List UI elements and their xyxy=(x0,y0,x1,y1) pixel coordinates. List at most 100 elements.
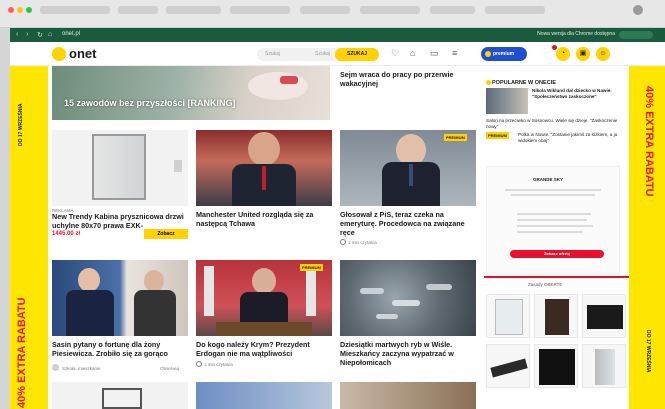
menu-icon[interactable]: ≡ xyxy=(452,49,457,58)
browser-tab[interactable] xyxy=(230,6,290,14)
article-image[interactable] xyxy=(52,382,188,409)
product-thumbnail[interactable] xyxy=(486,294,530,338)
article-image[interactable] xyxy=(340,382,476,409)
chat-icon[interactable]: ▭ xyxy=(430,49,439,58)
story-title[interactable]: Nikola Wiklund dał dziecko w Nawie. "Spo… xyxy=(532,88,622,100)
banner-date: DO 17 WRZEŚNIA xyxy=(645,330,651,373)
premium-icon xyxy=(485,51,491,57)
article-card[interactable]: PREMIUM Głosował z PiS, teraz czeka na e… xyxy=(340,130,476,245)
user-icon[interactable]: ☺ xyxy=(596,47,610,61)
ad-text-line xyxy=(517,219,587,221)
browser-tab[interactable] xyxy=(485,6,545,14)
search-placeholder: Szukaj xyxy=(265,51,281,57)
browser-tab[interactable] xyxy=(166,6,221,14)
reload-icon[interactable]: ↻ xyxy=(37,31,43,39)
article-card[interactable]: Dziesiątki martwych ryb w Wiśle. Mieszka… xyxy=(340,260,476,372)
article-title: 15 zawodów bez przyszłości [RANKING] xyxy=(64,98,236,108)
article-card[interactable]: 15 zawodów bez przyszłości [RANKING] xyxy=(52,66,330,120)
story-title[interactable]: Salon na przeciwko w Sosnowcu. Wiele się… xyxy=(486,118,622,130)
site-logo[interactable]: onet xyxy=(69,46,96,61)
story-title[interactable]: Polka w Nowie. "Zostanie jakimś za łóżki… xyxy=(518,132,622,144)
product-thumbnail[interactable] xyxy=(534,294,578,338)
ad-text-line xyxy=(505,189,601,191)
divider xyxy=(484,276,629,278)
product-thumbnail[interactable] xyxy=(582,294,626,338)
url-field[interactable]: onet.pl xyxy=(62,31,80,37)
forward-icon[interactable]: › xyxy=(26,31,28,38)
story-image[interactable] xyxy=(486,88,528,114)
back-icon[interactable]: ‹ xyxy=(16,31,18,38)
right-ad-banner[interactable]: 40% EXTRA RABATU DO 17 WRZEŚNIA xyxy=(629,66,665,409)
banner-date: DO 17 WRZEŚNIA xyxy=(18,103,24,146)
avatar xyxy=(52,364,59,371)
browser-tab[interactable] xyxy=(430,6,475,14)
product-image xyxy=(52,130,188,206)
read-time: 1 min czytania xyxy=(204,362,233,367)
close-window-button[interactable] xyxy=(8,7,14,13)
product-thumbnail[interactable] xyxy=(534,344,578,388)
article-card[interactable]: PREMIUM Do kogo należy Krym? Prezydent E… xyxy=(196,260,332,372)
article-image xyxy=(196,130,332,206)
home-icon[interactable]: ⌂ xyxy=(48,31,52,38)
premium-button[interactable]: premium xyxy=(481,47,527,61)
heart-icon[interactable]: ♡ xyxy=(391,49,399,58)
article-title: Głosował z PiS, teraz czeka na emeryturę… xyxy=(340,210,465,237)
ad-text-line xyxy=(517,225,593,227)
site-header: onet Szukaj Szukaj SZUKAJ ♡ ⌂ ▭ ≡ premiu… xyxy=(10,42,665,66)
product-thumbnail[interactable] xyxy=(582,344,626,388)
ad-cta-label: Zobacz ofertę xyxy=(543,251,570,256)
search-scope: Szukaj xyxy=(315,51,331,57)
article-title: Dziesiątki martwych ryb w Wiśle. Mieszka… xyxy=(340,340,454,367)
article-title[interactable]: Sejm wraca do pracy po przerwie wakacyjn… xyxy=(340,70,480,88)
bell-icon[interactable]: ⌂ xyxy=(410,49,415,58)
article-card[interactable]: Sasin pytany o fortunę dla żony Piesiewi… xyxy=(52,260,188,372)
browser-tab[interactable] xyxy=(118,6,158,14)
article-image xyxy=(340,130,476,206)
section-title: POPULARNE W ONECIE xyxy=(492,80,556,86)
article-title: Do kogo należy Krym? Prezydent Erdogan n… xyxy=(196,340,310,358)
update-button[interactable] xyxy=(619,31,653,39)
product-price: 1445.00 zł xyxy=(52,231,81,237)
premium-tag: PREMIUM xyxy=(300,264,323,271)
article-image[interactable] xyxy=(196,382,332,409)
read-time: 1 min czytania xyxy=(348,240,377,245)
article-image xyxy=(52,66,330,120)
ad-brand: GRANDE SKY xyxy=(533,177,564,182)
article-image xyxy=(340,260,476,336)
onet-page: onet Szukaj Szukaj SZUKAJ ♡ ⌂ ▭ ≡ premiu… xyxy=(10,42,665,409)
article-image xyxy=(196,260,332,336)
premium-label: premium xyxy=(493,51,515,57)
article-card[interactable]: Manchester United rozgląda się za następ… xyxy=(196,130,332,238)
browser-tab[interactable] xyxy=(40,6,110,14)
article-title: Sasin pytany o fortunę dla żony Piesiewi… xyxy=(52,340,168,358)
banner-headline: 40% EXTRA RABATU xyxy=(16,297,28,408)
clock-icon xyxy=(196,361,202,367)
left-ad-banner[interactable]: DO 17 WRZEŚNIA 40% EXTRA RABATU xyxy=(10,66,48,409)
cart-icon[interactable]: ▣ xyxy=(576,47,590,61)
article-image xyxy=(52,260,188,336)
product-thumbnail[interactable] xyxy=(486,344,530,388)
right-sidebar: POPULARNE W ONECIE Nikola Wiklund dał dz… xyxy=(484,66,629,409)
browser-tab[interactable] xyxy=(360,6,420,14)
ad-text-line xyxy=(517,231,583,233)
browser-tab[interactable] xyxy=(300,6,350,14)
follow-link[interactable]: Obserwuj xyxy=(160,366,179,371)
ad-product-card[interactable]: REKLAMA New Trendy Kabina prysznicowa dr… xyxy=(52,130,188,239)
profile-icon[interactable] xyxy=(633,5,643,15)
browser-titlebar xyxy=(0,0,665,28)
maximize-window-button[interactable] xyxy=(26,7,32,13)
premium-tag: PREMIUM xyxy=(444,134,467,141)
update-notice: Nowa wersja dla Chrome dostępna xyxy=(537,31,615,37)
ad-text-line xyxy=(517,213,591,215)
logo-icon[interactable] xyxy=(52,47,66,61)
minimize-window-button[interactable] xyxy=(17,7,23,13)
ad-cta-button[interactable]: Zobacz ofertę xyxy=(510,250,604,258)
address-bar: ‹ › ↻ ⌂ onet.pl Nowa wersja dla Chrome d… xyxy=(10,28,665,42)
notification-badge xyxy=(552,45,557,50)
product-button[interactable]: Zobacz xyxy=(144,229,188,239)
product-title: New Trendy Kabina prysznicowa drzwi uchy… xyxy=(52,212,184,230)
premium-tag: PREMIUM xyxy=(486,132,509,139)
notifications-icon[interactable]: ◔ xyxy=(556,47,570,61)
search-button[interactable]: SZUKAJ xyxy=(335,48,379,61)
article-title: Manchester United rozgląda się za następ… xyxy=(196,210,314,228)
